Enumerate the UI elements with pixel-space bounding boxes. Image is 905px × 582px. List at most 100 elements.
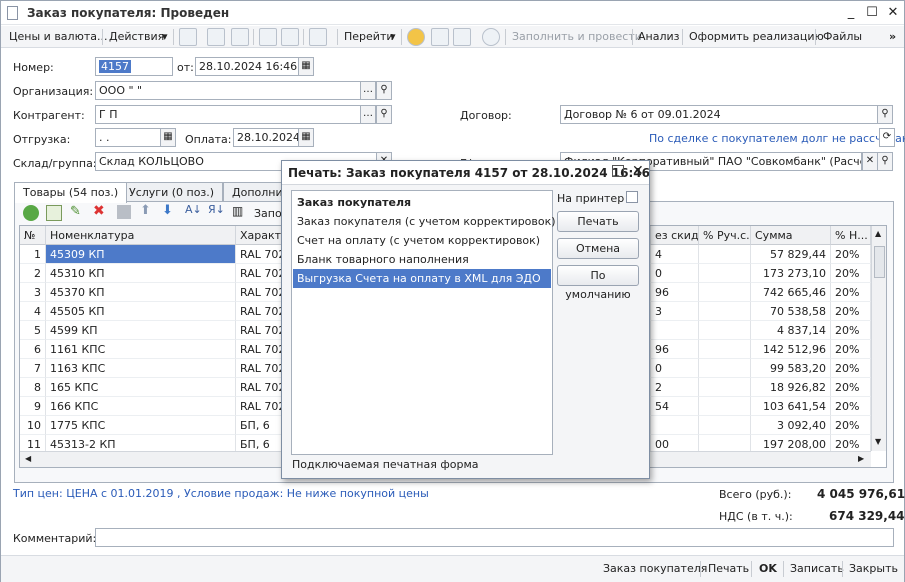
payment-field[interactable]: 28.10.2024 xyxy=(233,128,299,147)
table-cell-char[interactable]: RAL 702 xyxy=(236,397,284,416)
contractor-field[interactable]: Г П xyxy=(95,105,361,124)
tab-goods[interactable]: Товары (54 поз.) xyxy=(14,182,128,203)
table-cell-n[interactable]: 8 xyxy=(20,378,46,397)
table-cell-vat[interactable]: 20% xyxy=(831,397,871,416)
col-header[interactable]: % Руч.с... xyxy=(699,226,751,245)
table-cell-name[interactable]: 166 КПС xyxy=(46,397,236,416)
table-cell-vat[interactable]: 20% xyxy=(831,378,871,397)
refresh-icon[interactable] xyxy=(207,28,225,46)
table-cell-char[interactable]: RAL 702 xyxy=(236,378,284,397)
chevron-down-icon[interactable]: ▾ xyxy=(162,30,168,43)
add-icon[interactable] xyxy=(23,205,39,221)
table-cell-n[interactable]: 10 xyxy=(20,416,46,435)
sort-desc-icon[interactable]: Я↓ xyxy=(208,203,225,216)
post-icon[interactable] xyxy=(179,28,197,46)
structure-icon[interactable] xyxy=(281,28,299,46)
table-cell-name[interactable]: 45309 КП xyxy=(46,245,236,264)
print-button[interactable]: Печать xyxy=(557,211,639,232)
table-cell-disc[interactable]: 54 xyxy=(651,397,699,416)
close-button[interactable]: Закрыть xyxy=(849,562,898,575)
analysis-button[interactable]: Анализ xyxy=(638,30,680,43)
close-icon[interactable]: ✕ xyxy=(885,5,901,21)
table-cell[interactable] xyxy=(699,378,751,397)
copy-icon[interactable] xyxy=(231,28,249,46)
table-cell-vat[interactable]: 20% xyxy=(831,302,871,321)
minimize-icon[interactable]: _ xyxy=(843,5,859,21)
tab-services[interactable]: Услуги (0 поз.) xyxy=(120,182,224,202)
table-cell-name[interactable]: 1161 КПС xyxy=(46,340,236,359)
to-printer-checkbox[interactable] xyxy=(626,191,638,203)
table-cell-n[interactable]: 2 xyxy=(20,264,46,283)
table-cell[interactable] xyxy=(699,397,751,416)
table-cell-disc[interactable]: 4 xyxy=(651,245,699,264)
save-row-icon[interactable] xyxy=(117,205,131,219)
files-button[interactable]: Файлы xyxy=(823,30,862,43)
help-icon[interactable] xyxy=(407,28,425,46)
table-cell-n[interactable]: 1 xyxy=(20,245,46,264)
search-icon[interactable]: ⚲ xyxy=(376,81,392,100)
table-cell-char[interactable]: RAL 702 xyxy=(236,283,284,302)
edit-icon[interactable]: ✎ xyxy=(70,204,81,219)
scroll-left-icon[interactable]: ◀ xyxy=(25,454,31,463)
debt-icon[interactable]: ⟳ xyxy=(879,128,895,147)
table-cell-n[interactable]: 5 xyxy=(20,321,46,340)
clear-icon[interactable]: ✕ xyxy=(862,152,878,171)
debt-link[interactable]: По сделке с покупателем долг не рассчита… xyxy=(649,132,905,145)
table-cell-sum[interactable]: 57 829,44 xyxy=(751,245,831,264)
col-header[interactable]: № xyxy=(20,226,46,245)
table-cell[interactable] xyxy=(699,359,751,378)
fill-post-button[interactable]: Заполнить и провести xyxy=(512,30,642,43)
list-item-selected[interactable]: Выгрузка Счета на оплату в XML для ЭДО xyxy=(293,269,551,288)
table-cell-n[interactable]: 7 xyxy=(20,359,46,378)
table-cell-name[interactable]: 45370 КП xyxy=(46,283,236,302)
org-field[interactable]: ООО " " xyxy=(95,81,361,100)
delete-icon[interactable]: ✖ xyxy=(93,203,105,219)
print-forms-list[interactable]: Заказ покупателя Заказ покупателя (с уче… xyxy=(291,190,556,455)
table-cell[interactable] xyxy=(699,245,751,264)
table-cell-n[interactable]: 4 xyxy=(20,302,46,321)
table-cell-char[interactable]: RAL 702 xyxy=(236,340,284,359)
col-header[interactable]: Сумма xyxy=(751,226,831,245)
table-cell-char[interactable]: RAL 702 xyxy=(236,359,284,378)
list-item[interactable]: Бланк товарного наполнения xyxy=(293,250,551,269)
col-header[interactable]: % Н... xyxy=(831,226,871,245)
maximize-icon[interactable] xyxy=(612,165,624,177)
contract-field[interactable]: Договор № 6 от 09.01.2024 xyxy=(560,105,878,124)
table-cell-vat[interactable]: 20% xyxy=(831,264,871,283)
table-cell-n[interactable]: 3 xyxy=(20,283,46,302)
table-cell-char[interactable]: RAL 702 xyxy=(236,264,284,283)
table-cell-name[interactable]: 45505 КП xyxy=(46,302,236,321)
table-cell-disc[interactable] xyxy=(651,321,699,340)
move-up-icon[interactable]: ⬆ xyxy=(140,203,151,218)
table-cell[interactable] xyxy=(699,340,751,359)
barcode-icon[interactable]: ▥ xyxy=(232,204,243,218)
table-cell-char[interactable]: RAL 702 xyxy=(236,321,284,340)
print-button[interactable]: Печать xyxy=(708,562,749,575)
search-icon[interactable]: ⚲ xyxy=(376,105,392,124)
table-cell-disc[interactable]: 0 xyxy=(651,359,699,378)
table-cell-sum[interactable]: 18 926,82 xyxy=(751,378,831,397)
search-icon[interactable]: ⚲ xyxy=(877,105,893,124)
table-cell[interactable] xyxy=(699,283,751,302)
copy-row-icon[interactable] xyxy=(46,205,62,221)
table-cell-name[interactable]: 4599 КП xyxy=(46,321,236,340)
overflow-icon[interactable]: » xyxy=(889,30,896,43)
list-item[interactable]: Заказ покупателя (с учетом корректировок… xyxy=(293,212,556,231)
scroll-up-icon[interactable]: ▲ xyxy=(875,229,881,238)
fill-menu[interactable]: Запо xyxy=(254,207,282,220)
list-item[interactable]: Заказ покупателя xyxy=(293,193,551,212)
price-type-link[interactable]: Тип цен: ЦЕНА с 01.01.2019 , Условие про… xyxy=(13,487,429,500)
table-cell-vat[interactable]: 20% xyxy=(831,340,871,359)
table-cell-name[interactable]: 45310 КП xyxy=(46,264,236,283)
ok-button[interactable]: OK xyxy=(759,562,777,575)
table-cell-name[interactable]: 1775 КПС xyxy=(46,416,236,435)
table-cell-vat[interactable]: 20% xyxy=(831,245,871,264)
calendar-icon[interactable]: ▦ xyxy=(160,128,176,147)
table-icon[interactable] xyxy=(431,28,449,46)
table-cell-char[interactable]: RAL 702 xyxy=(236,245,284,264)
search-icon[interactable]: ⚲ xyxy=(877,152,893,171)
table-cell-sum[interactable]: 173 273,10 xyxy=(751,264,831,283)
table-cell-sum[interactable]: 142 512,96 xyxy=(751,340,831,359)
table-cell-n[interactable]: 6 xyxy=(20,340,46,359)
table-cell-n[interactable]: 9 xyxy=(20,397,46,416)
